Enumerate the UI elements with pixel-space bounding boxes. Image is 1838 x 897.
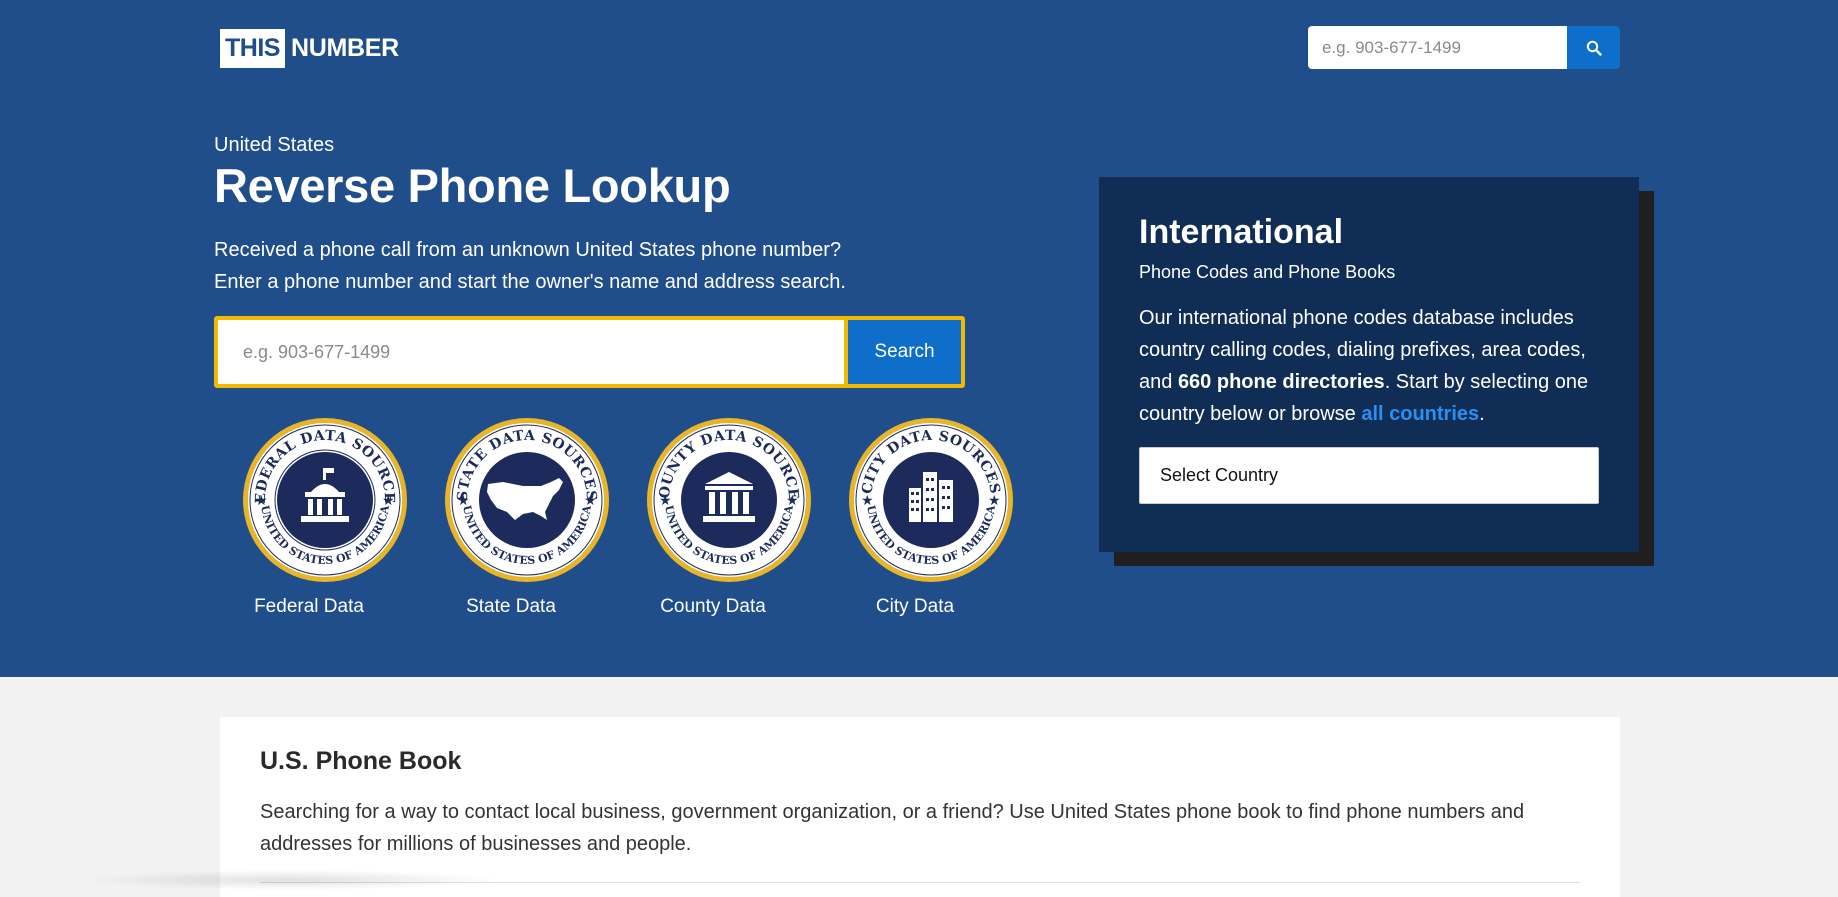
international-title: International — [1139, 213, 1344, 251]
svg-text:★: ★ — [255, 492, 268, 508]
select-country-dropdown[interactable]: Select Country — [1139, 447, 1599, 504]
international-subtitle: Phone Codes and Phone Books — [1139, 262, 1396, 282]
intro-line-1: Received a phone call from an unknown Un… — [214, 239, 842, 261]
seal-state-data[interactable]: STATE DATA SOURCES UNITED STATES OF AMER… — [426, 416, 628, 618]
phone-book-title: U.S. Phone Book — [260, 747, 462, 775]
seal-county-data[interactable]: COUNTY DATA SOURCES UNITED STATES OF AME… — [628, 416, 830, 618]
directories-count: 660 phone directories — [1177, 371, 1385, 393]
main-search: Search — [214, 316, 965, 388]
logo-this: THIS — [220, 29, 285, 68]
svg-text:★: ★ — [457, 492, 470, 508]
search-button[interactable]: Search — [848, 320, 961, 384]
bottom-shadow — [80, 870, 500, 890]
search-icon — [1586, 40, 1602, 56]
phone-book-description: Searching for a way to contact local bus… — [260, 801, 1525, 855]
header-search-input[interactable] — [1308, 26, 1567, 69]
seal-label: County Data — [660, 596, 766, 617]
logo-number: NUMBER — [290, 34, 399, 62]
seal-label: City Data — [875, 596, 955, 617]
svg-text:★: ★ — [988, 492, 1001, 508]
page-title: Reverse Phone Lookup — [214, 159, 731, 212]
international-box: International Phone Codes and Phone Book… — [1099, 177, 1639, 552]
data-source-seals: FEDERAL DATA SOURCES UNITED STATES OF AM… — [224, 416, 1032, 618]
header-search-button[interactable] — [1567, 26, 1620, 69]
site-logo[interactable]: THIS NUMBER — [220, 29, 399, 68]
country-label: United States — [214, 134, 335, 156]
city-seal-icon: CITY DATA SOURCES UNITED STATES OF AMERI… — [849, 418, 1013, 582]
phone-search-input[interactable] — [218, 320, 844, 384]
seal-federal-data[interactable]: FEDERAL DATA SOURCES UNITED STATES OF AM… — [224, 416, 426, 618]
federal-seal-icon: FEDERAL DATA SOURCES UNITED STATES OF AM… — [241, 416, 407, 582]
county-seal-icon: COUNTY DATA SOURCES UNITED STATES OF AME… — [645, 416, 811, 582]
header-search — [1308, 26, 1620, 69]
intro-line-2: Enter a phone number and start the owner… — [214, 271, 846, 293]
intro-text: Received a phone call from an unknown Un… — [214, 234, 846, 298]
state-seal-icon: STATE DATA SOURCES UNITED STATES OF AMER… — [445, 418, 609, 582]
all-countries-link[interactable]: all countries — [1361, 403, 1479, 425]
seal-label: Federal Data — [254, 596, 364, 617]
desc-text-3: . — [1479, 403, 1485, 425]
seal-label: State Data — [466, 596, 556, 617]
svg-text:★: ★ — [786, 492, 799, 508]
hero-section: THIS NUMBER United States Reverse Phone … — [0, 0, 1838, 677]
svg-text:★: ★ — [861, 492, 874, 508]
seal-city-data[interactable]: CITY DATA SOURCES UNITED STATES OF AMERI… — [830, 416, 1032, 618]
international-description: Our international phone codes database i… — [1139, 302, 1599, 430]
svg-text:★: ★ — [382, 492, 395, 508]
svg-text:★: ★ — [659, 492, 672, 508]
svg-text:★: ★ — [584, 492, 597, 508]
